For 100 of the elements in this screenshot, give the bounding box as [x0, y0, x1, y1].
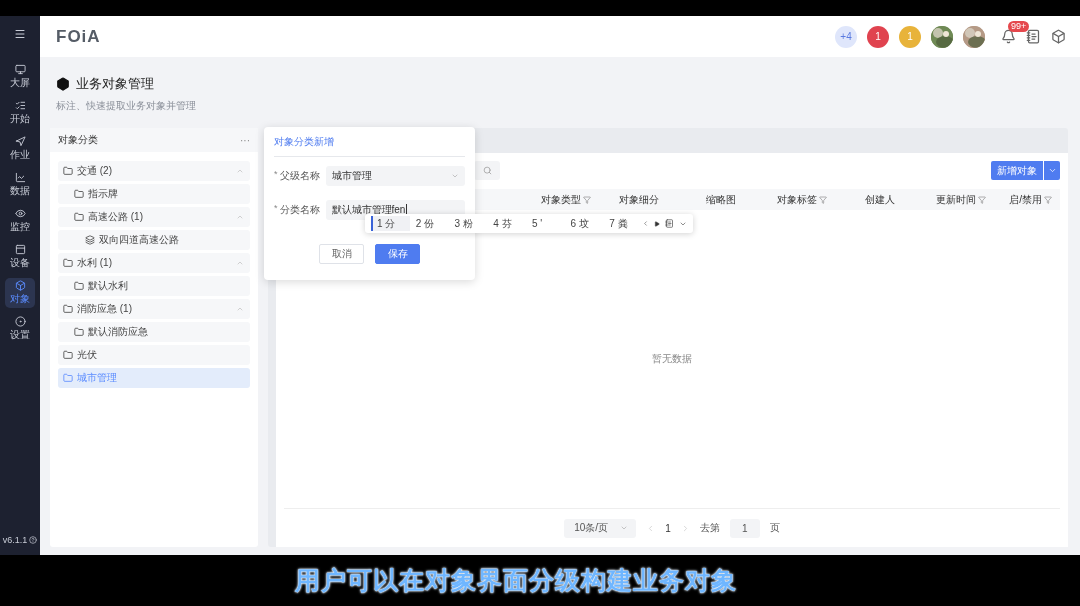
folder-icon	[63, 373, 73, 383]
more-button[interactable]: ···	[240, 134, 250, 146]
panel-icon	[14, 244, 26, 255]
tree-item-label: 指示牌	[88, 187, 119, 201]
goto-label: 去第	[699, 521, 720, 535]
page-unit-label: 页	[769, 521, 780, 535]
chevron-up-icon[interactable]	[236, 305, 244, 313]
cancel-button[interactable]: 取消	[319, 244, 364, 264]
save-button[interactable]: 保存	[375, 244, 420, 264]
tree-item[interactable]: 指示牌	[58, 184, 250, 204]
nav-item[interactable]: 作业	[5, 134, 35, 164]
tree-item-label: 高速公路 (1)	[88, 210, 144, 224]
help-icon[interactable]	[29, 536, 38, 544]
goto-page-field[interactable]: 1	[729, 518, 760, 538]
column-header[interactable]: 对象标签	[764, 192, 840, 207]
chevron-up-icon[interactable]	[236, 259, 244, 267]
tree-item-label: 默认水利	[88, 279, 129, 293]
nav-label: 设置	[10, 328, 30, 342]
tree-item[interactable]: 消防应急 (1)	[58, 299, 250, 319]
tree-item[interactable]: 水利 (1)	[58, 253, 250, 273]
avatar[interactable]: 1	[867, 25, 889, 48]
folder-icon	[74, 281, 84, 291]
column-header[interactable]: 对象细分	[600, 192, 678, 207]
tree-item[interactable]: 双向四道高速公路	[58, 230, 250, 250]
layers-icon	[85, 235, 95, 245]
column-header[interactable]: 缩略图	[678, 192, 764, 207]
folder-icon	[63, 166, 73, 176]
chart-icon	[14, 172, 26, 183]
nav-label: 开始	[10, 112, 30, 126]
filter-icon[interactable]	[583, 195, 591, 204]
notebook-icon[interactable]	[665, 219, 675, 228]
chevron-up-icon[interactable]	[236, 213, 244, 221]
page-subtitle: 标注、快速提取业务对象并管理	[56, 99, 197, 113]
field-label: 分类名称	[279, 203, 320, 217]
column-header[interactable]: 创建人	[840, 192, 920, 207]
field-label: 父级名称	[279, 169, 320, 183]
nav-label: 大屏	[10, 76, 30, 90]
empty-text: 暂无数据	[652, 352, 692, 366]
prev-icon[interactable]	[642, 220, 650, 227]
nav-item[interactable]: 对象	[5, 278, 35, 308]
page-number[interactable]: 1	[665, 522, 671, 534]
filter-icon[interactable]	[1044, 195, 1052, 204]
ime-candidate[interactable]: 7 粪	[603, 216, 643, 231]
filter-icon[interactable]	[978, 195, 986, 204]
nav-item[interactable]: 监控	[5, 206, 35, 236]
bell-icon[interactable]	[1001, 29, 1016, 44]
play-icon[interactable]	[654, 220, 661, 227]
page-title: 业务对象管理	[76, 75, 154, 93]
tree-item[interactable]: 交通 (2)	[58, 161, 250, 181]
folder-icon	[63, 304, 73, 314]
required-mark: *	[274, 203, 278, 215]
list-icon	[14, 100, 26, 111]
chevron-down-icon	[451, 172, 459, 180]
tree-item[interactable]: 默认消防应急	[58, 322, 250, 342]
page-size-select[interactable]: 10条/页	[564, 518, 637, 538]
search-button[interactable]	[474, 161, 500, 180]
avatar[interactable]	[931, 25, 953, 48]
nav-item[interactable]: 大屏	[5, 62, 35, 92]
ime-candidate[interactable]: 1 分	[371, 216, 410, 231]
chevron-down-icon	[620, 524, 629, 532]
nav-item[interactable]: 数据	[5, 170, 35, 200]
folder-icon	[74, 212, 84, 222]
filter-icon[interactable]	[819, 195, 827, 204]
nav-label: 对象	[10, 292, 30, 306]
ime-candidate[interactable]: 5 '	[525, 216, 565, 231]
box-icon[interactable]	[1051, 29, 1066, 44]
tree-item-label: 光伏	[77, 348, 98, 362]
tree-item[interactable]: 高速公路 (1)	[58, 207, 250, 227]
column-header[interactable]: 启/禁用	[1002, 192, 1060, 207]
notification-badge: 99+	[1008, 21, 1030, 32]
tree-item[interactable]: 默认水利	[58, 276, 250, 296]
nav-item[interactable]: 开始	[5, 98, 35, 128]
tree-item-label: 交通 (2)	[77, 164, 113, 178]
tree-item[interactable]: 光伏	[58, 345, 250, 365]
tree-item-label: 双向四道高速公路	[99, 233, 180, 247]
ime-candidate[interactable]: 4 芬	[487, 216, 526, 231]
nav-label: 作业	[10, 148, 30, 162]
add-object-button[interactable]: 新增对象	[991, 161, 1043, 180]
folder-icon	[74, 189, 84, 199]
column-header[interactable]: 对象类型	[532, 192, 600, 207]
search-icon	[482, 166, 492, 175]
dropdown-button[interactable]	[1044, 161, 1060, 180]
nav-label: 数据	[10, 184, 30, 198]
menu-icon[interactable]	[14, 28, 26, 40]
nav-label: 监控	[10, 220, 30, 234]
eye-icon	[14, 208, 26, 219]
notebook-icon[interactable]	[1026, 29, 1041, 44]
column-header[interactable]: 更新时间	[920, 192, 1002, 207]
required-mark: *	[274, 169, 278, 181]
tree-item-label: 默认消防应急	[88, 325, 149, 339]
ime-candidate[interactable]: 6 坟	[564, 216, 604, 231]
chevron-up-icon[interactable]	[236, 167, 244, 175]
tree-item-label: 水利 (1)	[77, 256, 113, 270]
select-field[interactable]: 城市管理	[325, 166, 465, 186]
nav-label: 设备	[10, 256, 30, 270]
nav-item[interactable]: 设备	[5, 242, 35, 272]
nav-item[interactable]: 设置	[5, 314, 35, 344]
box-icon	[14, 280, 26, 291]
avatar[interactable]	[963, 25, 985, 48]
chevron-down-icon	[1047, 166, 1057, 175]
